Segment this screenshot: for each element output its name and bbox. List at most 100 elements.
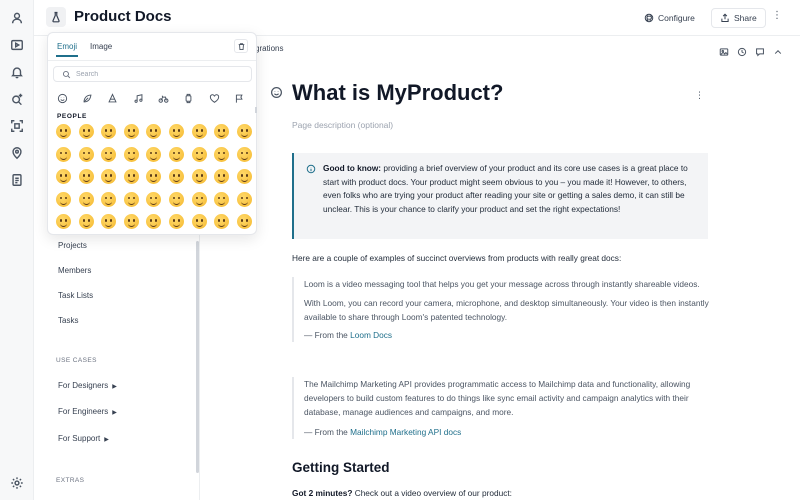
quote-source-prefix: — From the [304, 329, 351, 340]
emoji-item[interactable] [146, 124, 162, 139]
sidebar-item-tasks[interactable]: Tasks [58, 316, 78, 325]
emoji-item[interactable] [78, 169, 94, 185]
share-button[interactable]: Share [711, 8, 766, 28]
sidebar-scrollbar[interactable] [196, 241, 199, 473]
logo-icon[interactable] [46, 7, 66, 27]
emoji-item[interactable] [214, 169, 230, 185]
travel-category-icon[interactable] [158, 91, 169, 103]
emoji-item[interactable] [78, 191, 94, 207]
sidebar-item-for-support[interactable]: For Support ▶ [58, 434, 109, 443]
page-description[interactable]: Page description (optional) [292, 120, 393, 130]
emoji-item[interactable] [236, 191, 252, 207]
emoji-item[interactable] [169, 191, 184, 207]
emoji-section-label: PEOPLE [57, 113, 87, 120]
getting-started-bold: Got 2 minutes? [292, 488, 353, 498]
left-rail [0, 0, 34, 500]
user-icon[interactable] [10, 11, 24, 25]
search-plus-icon[interactable] [10, 92, 24, 106]
food-category-icon[interactable] [107, 91, 118, 103]
objects-category-icon[interactable] [183, 91, 194, 104]
emoji-item[interactable] [236, 146, 252, 162]
add-page-emoji-icon[interactable] [270, 86, 283, 99]
smiley-category-icon[interactable] [57, 91, 68, 104]
emoji-item[interactable] [78, 124, 94, 139]
tab-image[interactable]: Image [90, 42, 112, 51]
header: Product Docs Configure Share ⋮ [34, 0, 800, 36]
quote-paragraph: The Mailchimp Marketing API provides pro… [304, 379, 691, 418]
sidebar-item-projects[interactable]: Projects [58, 241, 87, 250]
emoji-item[interactable] [146, 214, 162, 230]
emoji-item[interactable] [78, 214, 94, 230]
emoji-item[interactable] [101, 146, 117, 162]
bell-icon[interactable] [10, 65, 24, 79]
emoji-item[interactable] [191, 124, 207, 139]
document-icon[interactable] [10, 173, 24, 187]
comment-icon[interactable] [755, 44, 765, 57]
settings-icon[interactable] [10, 476, 24, 490]
pin-icon[interactable] [10, 146, 24, 160]
emoji-item[interactable] [191, 169, 207, 185]
emoji-item[interactable] [236, 169, 252, 185]
emoji-item[interactable] [146, 146, 162, 162]
emoji-item[interactable] [169, 169, 184, 185]
sidebar-item-for-engineers[interactable]: For Engineers ▶ [58, 407, 117, 416]
media-icon[interactable] [10, 38, 24, 52]
flag-category-icon[interactable] [234, 91, 245, 103]
emoji-item[interactable] [236, 214, 252, 230]
history-icon[interactable] [737, 44, 747, 57]
emoji-scrollbar[interactable] [255, 107, 257, 113]
use-cases-heading: USE CASES [56, 357, 97, 364]
emoji-item[interactable] [214, 146, 230, 162]
nature-category-icon[interactable] [82, 91, 93, 103]
collapse-icon[interactable] [773, 44, 783, 54]
emoji-item[interactable] [123, 214, 139, 230]
sidebar-item-members[interactable]: Members [58, 266, 91, 275]
emoji-item[interactable] [123, 191, 139, 207]
remove-emoji-button[interactable] [234, 39, 248, 53]
mailchimp-docs-link[interactable]: Mailchimp Marketing API docs [350, 427, 461, 437]
emoji-item[interactable] [191, 214, 207, 230]
image-icon[interactable] [719, 44, 729, 56]
quote-source: — From the Mailchimp Marketing API docs [304, 425, 712, 439]
page-title[interactable]: What is MyProduct? [292, 80, 503, 106]
emoji-item[interactable] [101, 214, 117, 230]
emoji-item[interactable] [56, 124, 71, 139]
tab-emoji[interactable]: Emoji [57, 42, 77, 51]
emoji-item[interactable] [236, 124, 252, 139]
emoji-item[interactable] [169, 124, 184, 139]
emoji-item[interactable] [56, 214, 71, 230]
emoji-item[interactable] [214, 124, 230, 139]
emoji-item[interactable] [146, 169, 162, 185]
more-options-icon[interactable]: ⋮ [772, 10, 782, 21]
configure-button[interactable]: Configure [644, 8, 695, 28]
emoji-item[interactable] [214, 214, 230, 230]
heart-category-icon[interactable] [209, 91, 220, 103]
emoji-item[interactable] [78, 146, 94, 162]
emoji-item[interactable] [146, 191, 162, 207]
page-more-icon[interactable]: ⋮ [695, 90, 704, 101]
emoji-item[interactable] [123, 124, 139, 139]
emoji-item[interactable] [101, 124, 117, 139]
emoji-item[interactable] [101, 169, 117, 185]
breadcrumb[interactable]: grations [255, 44, 283, 53]
emoji-item[interactable] [123, 146, 139, 162]
emoji-item[interactable] [56, 191, 71, 207]
sidebar-item-for-designers[interactable]: For Designers ▶ [58, 381, 117, 390]
frame-icon[interactable] [10, 119, 24, 133]
music-category-icon[interactable] [133, 91, 144, 103]
emoji-search [53, 66, 252, 82]
sidebar-item-task-lists[interactable]: Task Lists [58, 291, 93, 300]
emoji-item[interactable] [56, 146, 71, 162]
divider [48, 60, 256, 61]
emoji-item[interactable] [191, 191, 207, 207]
emoji-item[interactable] [169, 214, 184, 230]
emoji-item[interactable] [56, 169, 71, 185]
emoji-search-input[interactable] [76, 68, 246, 80]
trash-icon [238, 42, 244, 50]
emoji-item[interactable] [169, 146, 184, 162]
emoji-item[interactable] [214, 191, 230, 207]
loom-docs-link[interactable]: Loom Docs [350, 330, 392, 340]
emoji-item[interactable] [191, 146, 207, 162]
emoji-item[interactable] [101, 191, 117, 207]
emoji-item[interactable] [123, 169, 139, 185]
